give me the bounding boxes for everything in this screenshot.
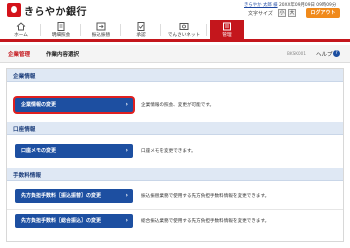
nav-item-management[interactable]: 管理 (210, 20, 244, 39)
account-memo-change-button[interactable]: 口座メモの変更 › (15, 144, 133, 158)
help-question-icon[interactable]: ? (333, 50, 340, 57)
nav-divider (80, 24, 81, 36)
chevron-right-icon: › (125, 147, 128, 154)
fee-bulk-transfer-change-button[interactable]: 先方負担手数料［総合振込］の変更 › (15, 214, 133, 228)
nav-item-statement[interactable]: 明細照会 (44, 20, 78, 39)
nav-label-approval: 承認 (136, 33, 146, 38)
nav-item-transfer[interactable]: 振込振替 (84, 20, 118, 39)
bank-logo-icon (7, 3, 21, 17)
nav-label-management: 管理 (222, 33, 232, 38)
global-nav: ホーム 明細照会 振込振替 承認 でんさいネット 管理 (0, 20, 350, 42)
button-description: 振込振替業務で使用する先方負担手数料情報を変更できます。 (141, 194, 270, 199)
content-panel: 企業情報 企業情報の変更 › 企業情報の照会、変更が可能です。 口座情報 口座メ… (6, 68, 344, 242)
button-description: 総合振込業務で使用する先方負担手数料情報を変更できます。 (141, 219, 270, 224)
nav-item-densai[interactable]: でんさいネット (164, 20, 204, 39)
chevron-right-icon: › (125, 217, 128, 224)
approval-icon (137, 22, 145, 31)
chevron-right-icon: › (125, 192, 128, 199)
button-label: 先方負担手数料［総合振込］の変更 (21, 218, 102, 224)
button-label: 先方負担手数料［振込振替］の変更 (21, 193, 102, 199)
logout-button[interactable]: ログアウト (306, 8, 340, 18)
fee-transfer-change-button[interactable]: 先方負担手数料［振込振替］の変更 › (15, 189, 133, 203)
nav-item-approval[interactable]: 承認 (124, 20, 158, 39)
densai-icon (179, 23, 189, 30)
button-label: 企業情報の変更 (21, 102, 57, 108)
home-icon (16, 22, 26, 31)
page-category: 企業管理 (8, 52, 31, 58)
company-info-change-button[interactable]: 企業情報の変更 › (15, 98, 133, 112)
section-header-account: 口座情報 (7, 122, 343, 135)
nav-divider (206, 24, 207, 36)
font-large-button[interactable]: 大 (288, 9, 296, 17)
section-title: 手数料情報 (13, 173, 41, 179)
help-link[interactable]: ヘルプ (316, 50, 333, 58)
nav-label-home: ホーム (14, 33, 28, 38)
button-description: 企業情報の照会、変更が可能です。 (141, 103, 215, 108)
row-divider (7, 209, 343, 210)
nav-divider (120, 24, 121, 36)
chevron-right-icon: › (125, 101, 128, 108)
section-header-company: 企業情報 (7, 69, 343, 82)
section-title: 口座情報 (13, 127, 36, 133)
nav-label-densai: でんさいネット (167, 33, 201, 38)
nav-divider (40, 24, 41, 36)
user-name-link[interactable]: きらやか 太郎 様 (244, 3, 278, 8)
page-title: 作業内容選択 (46, 52, 80, 58)
screen-id: BKSK001 (287, 51, 307, 56)
header: きらやか銀行 きらやか 太郎 様 20XX年09月09日 09時09分 文字サイ… (0, 0, 350, 20)
nav-item-home[interactable]: ホーム (4, 20, 38, 39)
font-small-button[interactable]: 小 (278, 9, 286, 17)
page-titlebar: 企業管理 作業内容選択 BKSK001 ヘルプ ? (0, 45, 350, 63)
section-title: 企業情報 (13, 74, 36, 80)
nav-divider (160, 24, 161, 36)
statement-icon (57, 22, 65, 31)
nav-label-statement: 明細照会 (51, 33, 71, 38)
section-header-fee: 手数料情報 (7, 168, 343, 181)
transfer-icon (96, 22, 106, 31)
button-description: 口座メモを変更できます。 (141, 149, 196, 154)
nav-label-transfer: 振込振替 (91, 33, 111, 38)
bank-name: きらやか銀行 (24, 7, 87, 18)
font-size-label: 文字サイズ (248, 11, 273, 17)
button-label: 口座メモの変更 (21, 148, 57, 154)
management-icon (223, 22, 231, 31)
